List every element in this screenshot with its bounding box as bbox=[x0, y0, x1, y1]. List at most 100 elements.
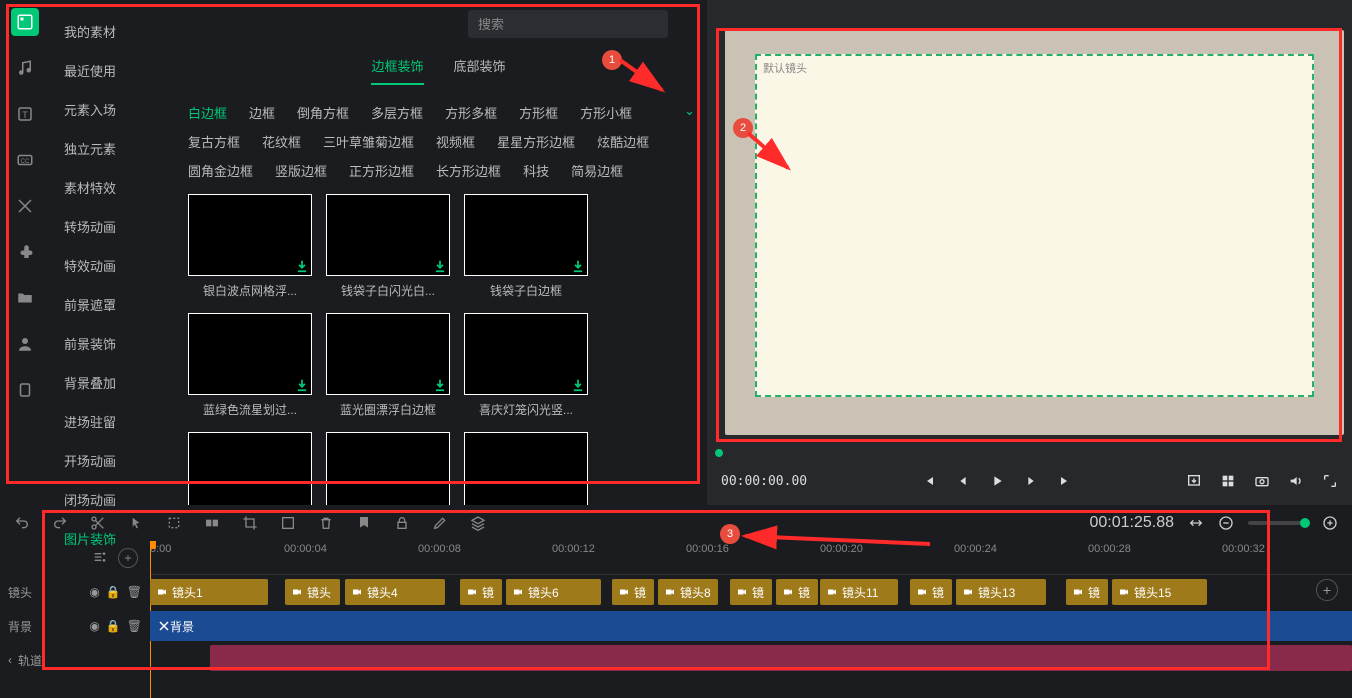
filter-3[interactable]: 多层方框 bbox=[371, 103, 423, 122]
eye-icon[interactable]: ◉ bbox=[89, 619, 99, 633]
undo-icon[interactable] bbox=[14, 515, 30, 531]
filter-2[interactable]: 倒角方框 bbox=[297, 103, 349, 122]
filter-8[interactable]: 花纹框 bbox=[262, 132, 301, 151]
preview-canvas[interactable]: 默认镜头 bbox=[755, 54, 1314, 397]
rail-audio-icon[interactable] bbox=[11, 54, 39, 82]
redo-icon[interactable] bbox=[52, 515, 68, 531]
volume-icon[interactable] bbox=[1288, 473, 1304, 489]
cat-bg-overlay[interactable]: 背景叠加 bbox=[50, 363, 170, 402]
timeline-clip[interactable]: 镜头4 bbox=[345, 579, 445, 605]
crop-icon[interactable] bbox=[242, 515, 258, 531]
filter-5[interactable]: 方形框 bbox=[519, 103, 558, 122]
cat-vfx[interactable]: 特效动画 bbox=[50, 246, 170, 285]
timeline-clip[interactable]: 镜头13 bbox=[956, 579, 1046, 605]
cat-fg-deco[interactable]: 前景装饰 bbox=[50, 324, 170, 363]
cat-material-fx[interactable]: 素材特效 bbox=[50, 168, 170, 207]
filter-7[interactable]: 复古方框 bbox=[188, 132, 240, 151]
mask-icon[interactable] bbox=[280, 515, 296, 531]
timeline-clip[interactable]: 镜 bbox=[1066, 579, 1108, 605]
asset-item[interactable] bbox=[326, 432, 450, 505]
asset-item[interactable] bbox=[464, 432, 588, 505]
cursor-icon[interactable] bbox=[128, 515, 144, 531]
chevron-icon[interactable]: ‹ bbox=[8, 653, 12, 667]
cat-recent[interactable]: 最近使用 bbox=[50, 51, 170, 90]
grid-icon[interactable] bbox=[1220, 473, 1236, 489]
filter-expand-icon[interactable]: ⌄ bbox=[684, 103, 695, 119]
asset-item[interactable]: 蓝绿色流星划过... bbox=[188, 313, 312, 418]
sfx-clip[interactable] bbox=[210, 645, 1352, 671]
timeline-clip[interactable]: 镜 bbox=[776, 579, 818, 605]
timeline-clip[interactable]: 镜 bbox=[910, 579, 952, 605]
filter-9[interactable]: 三叶草雏菊边框 bbox=[323, 132, 414, 151]
zoom-in-icon[interactable] bbox=[1322, 515, 1338, 531]
play-icon[interactable] bbox=[989, 473, 1005, 489]
timeline-clip[interactable]: 镜 bbox=[612, 579, 654, 605]
asset-item[interactable]: 银白波点网格浮... bbox=[188, 194, 312, 299]
tab-border-deco[interactable]: 边框装饰 bbox=[371, 56, 423, 85]
search-input[interactable] bbox=[468, 10, 668, 38]
cat-fg-mask[interactable]: 前景遮罩 bbox=[50, 285, 170, 324]
select-icon[interactable] bbox=[166, 515, 182, 531]
filter-11[interactable]: 星星方形边框 bbox=[497, 132, 575, 151]
add-track-icon[interactable]: + bbox=[118, 548, 138, 568]
filter-15[interactable]: 正方形边框 bbox=[349, 161, 414, 180]
fullscreen-icon[interactable] bbox=[1322, 473, 1338, 489]
delete-track-icon[interactable]: 🗑 bbox=[127, 585, 142, 599]
track-settings-icon[interactable] bbox=[92, 549, 108, 568]
lock-track-icon[interactable]: 🔒 bbox=[106, 585, 121, 599]
group-icon[interactable] bbox=[204, 515, 220, 531]
timeline-clip[interactable]: 镜头1 bbox=[150, 579, 268, 605]
layers-icon[interactable] bbox=[470, 515, 486, 531]
cat-element-in[interactable]: 元素入场 bbox=[50, 90, 170, 129]
goto-end-icon[interactable] bbox=[1057, 473, 1073, 489]
rail-media-icon[interactable] bbox=[11, 8, 39, 36]
goto-start-icon[interactable] bbox=[921, 473, 937, 489]
delete-track-icon[interactable]: 🗑 bbox=[127, 619, 142, 633]
filter-13[interactable]: 圆角金边框 bbox=[188, 161, 253, 180]
rail-pattern-icon[interactable] bbox=[11, 192, 39, 220]
marker-icon[interactable] bbox=[356, 515, 372, 531]
cat-my-assets[interactable]: 我的素材 bbox=[50, 12, 170, 51]
lock-icon[interactable] bbox=[394, 515, 410, 531]
rail-text-icon[interactable]: T bbox=[11, 100, 39, 128]
timeline-clip[interactable]: 镜头 bbox=[285, 579, 340, 605]
zoom-slider[interactable] bbox=[1248, 521, 1308, 525]
timeline-clip[interactable]: 镜 bbox=[460, 579, 502, 605]
export-frame-icon[interactable] bbox=[1186, 473, 1202, 489]
filter-16[interactable]: 长方形边框 bbox=[436, 161, 501, 180]
timeline-clip[interactable]: 镜 bbox=[730, 579, 772, 605]
tab-bottom-deco[interactable]: 底部装饰 bbox=[454, 56, 506, 85]
timeline-clip[interactable]: 镜头15 bbox=[1112, 579, 1207, 605]
add-clip-button[interactable]: + bbox=[1316, 579, 1338, 601]
prev-frame-icon[interactable] bbox=[955, 473, 971, 489]
asset-item[interactable]: 钱袋子白闪光白... bbox=[326, 194, 450, 299]
zoom-out-icon[interactable] bbox=[1218, 515, 1234, 531]
timeline-clip[interactable]: 镜头6 bbox=[506, 579, 601, 605]
rail-folder-icon[interactable] bbox=[11, 284, 39, 312]
eye-icon[interactable]: ◉ bbox=[89, 585, 99, 599]
filter-10[interactable]: 视频框 bbox=[436, 132, 475, 151]
cat-transition[interactable]: 转场动画 bbox=[50, 207, 170, 246]
filter-12[interactable]: 炫酷边框 bbox=[597, 132, 649, 151]
asset-item[interactable]: 蓝光圈漂浮白边框 bbox=[326, 313, 450, 418]
filter-17[interactable]: 科技 bbox=[523, 161, 549, 180]
rail-more-icon[interactable] bbox=[11, 376, 39, 404]
filter-0[interactable]: 白边框 bbox=[188, 103, 227, 122]
snapshot-icon[interactable] bbox=[1254, 473, 1270, 489]
asset-item[interactable]: 钱袋子白边框 bbox=[464, 194, 588, 299]
cat-stay[interactable]: 进场驻留 bbox=[50, 402, 170, 441]
asset-item[interactable] bbox=[188, 432, 312, 505]
bg-clip[interactable]: 背景 bbox=[150, 611, 1352, 641]
rail-plugin-icon[interactable] bbox=[11, 238, 39, 266]
filter-14[interactable]: 竖版边框 bbox=[275, 161, 327, 180]
lock-track-icon[interactable]: 🔒 bbox=[106, 619, 121, 633]
cat-opening[interactable]: 开场动画 bbox=[50, 441, 170, 480]
next-frame-icon[interactable] bbox=[1023, 473, 1039, 489]
trash-icon[interactable] bbox=[318, 515, 334, 531]
split-icon[interactable] bbox=[90, 515, 106, 531]
cat-standalone[interactable]: 独立元素 bbox=[50, 129, 170, 168]
edit-icon[interactable] bbox=[432, 515, 448, 531]
fit-width-icon[interactable] bbox=[1188, 515, 1204, 531]
rail-caption-icon[interactable]: CC bbox=[11, 146, 39, 174]
timeline-clip[interactable]: 镜头11 bbox=[820, 579, 898, 605]
